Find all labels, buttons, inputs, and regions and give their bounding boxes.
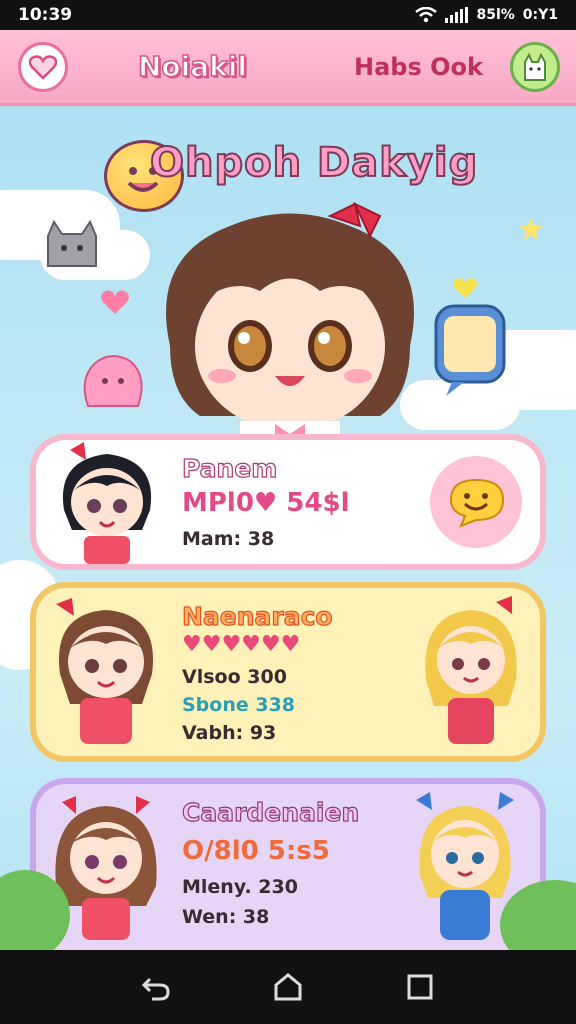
character-card-1[interactable]: Panem MPl0♥ 54$l Mam: 38	[30, 434, 546, 570]
header-link[interactable]: Habs Ook	[354, 53, 483, 81]
app-bar: Noiakil Habs Ook	[0, 30, 576, 106]
card-title: Panem	[181, 453, 278, 483]
card-stat: Mam: 38	[182, 528, 275, 550]
card-hearts: ♥♥♥♥♥♥	[182, 632, 301, 657]
card-code: MPl0♥ 54$l	[182, 488, 350, 518]
recents-square-icon	[407, 974, 433, 1000]
app-screen: Noiakil Habs Ook Ohpoh Dakyig Panem MPl0…	[0, 30, 576, 950]
battery-percent: 85l%	[476, 7, 515, 23]
character-avatar	[62, 442, 152, 564]
heart-icon	[29, 54, 57, 80]
back-arrow-icon	[141, 977, 170, 1001]
system-nav-bar	[0, 950, 576, 1024]
hero-logo-title: Ohpoh Dakyig	[149, 139, 479, 187]
card-stat: Vabh: 93	[182, 722, 277, 744]
home-icon	[274, 973, 302, 1001]
status-bar: 10:39 85l% 0:Y1	[0, 0, 576, 30]
character-avatar	[425, 596, 517, 744]
chat-bubble-sticker	[434, 304, 506, 396]
hero-banner: Ohpoh Dakyig	[0, 106, 576, 486]
star-decoration	[519, 217, 543, 241]
recents-button[interactable]	[400, 967, 440, 1007]
cat-avatar-icon	[524, 52, 546, 81]
signal-icon	[445, 7, 469, 23]
network-label: 0:Y1	[522, 7, 558, 23]
card-stat: Wen: 38	[182, 906, 270, 928]
smiley-bubble-icon	[449, 478, 505, 528]
card-title: Naenaraco	[181, 601, 333, 631]
status-icons: 85l% 0:Y1	[415, 7, 558, 23]
heart-decoration	[101, 290, 129, 314]
main-character-illustration	[166, 201, 414, 446]
favorites-button[interactable]	[18, 41, 68, 92]
card-stat: Mleny. 230	[182, 876, 298, 898]
app-title: Noiakil	[137, 49, 247, 84]
back-button[interactable]	[136, 967, 176, 1007]
heart-decoration	[453, 278, 477, 299]
character-card-2[interactable]: Naenaraco ♥♥♥♥♥♥ Vlsoo 300 Sbone 338 Vab…	[30, 582, 546, 762]
card-badge[interactable]	[430, 456, 522, 548]
card-title: Caardenaien	[181, 797, 360, 827]
card-code: O/8l0 5:s5	[182, 836, 330, 866]
gray-cat-mascot	[47, 219, 97, 267]
profile-avatar-button[interactable]	[510, 41, 560, 92]
wifi-icon	[415, 7, 438, 23]
character-avatar	[56, 598, 154, 744]
card-stat: Sbone 338	[182, 694, 296, 716]
pink-blob-mascot	[83, 355, 143, 407]
character-card-3[interactable]: Caardenaien O/8l0 5:s5 Mleny. 230 Wen: 3…	[30, 778, 546, 950]
status-time: 10:39	[18, 5, 73, 25]
home-button[interactable]	[268, 967, 308, 1007]
card-stat: Vlsoo 300	[182, 666, 287, 688]
